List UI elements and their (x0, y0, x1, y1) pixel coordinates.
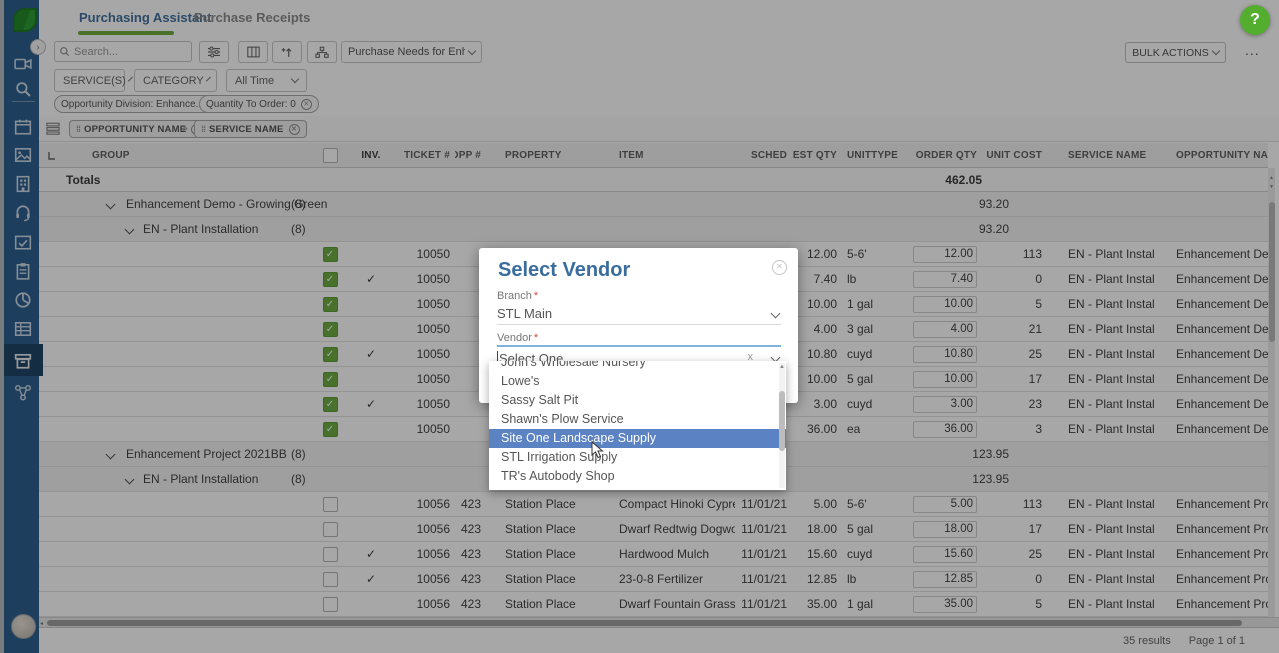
required-asterisk: * (534, 332, 538, 344)
mouse-cursor (591, 441, 605, 459)
vendor-option[interactable]: Site One Landscape Supply (489, 429, 786, 448)
branch-select[interactable]: STL Main (497, 303, 781, 325)
help-button[interactable]: ? (1240, 5, 1270, 35)
vendor-option[interactable]: STL Irrigation Supply (489, 448, 786, 467)
vendor-label: Vendor* (497, 332, 538, 344)
vendor-option[interactable]: Sassy Salt Pit (489, 391, 786, 410)
close-icon[interactable]: ✕ (772, 260, 787, 275)
vendor-option[interactable]: Lowe's (489, 372, 786, 391)
vendor-dropdown-list: John's Wholesale NurseryLowe'sSassy Salt… (489, 361, 786, 490)
required-asterisk: * (534, 290, 538, 302)
list-scrollbar-thumb[interactable] (779, 391, 785, 451)
list-scrollbar[interactable] (779, 363, 785, 488)
vendor-option[interactable]: TR's Autobody Shop (489, 467, 786, 486)
modal-title: Select Vendor (498, 259, 630, 282)
chevron-down-icon (771, 309, 781, 319)
branch-label: Branch* (497, 290, 538, 302)
list-scroll-up-icon[interactable]: ▲ (779, 364, 785, 370)
vendor-option[interactable]: John's Wholesale Nursery (489, 361, 786, 372)
vendor-option[interactable]: Shawn's Plow Service (489, 410, 786, 429)
branch-value: STL Main (497, 306, 552, 321)
